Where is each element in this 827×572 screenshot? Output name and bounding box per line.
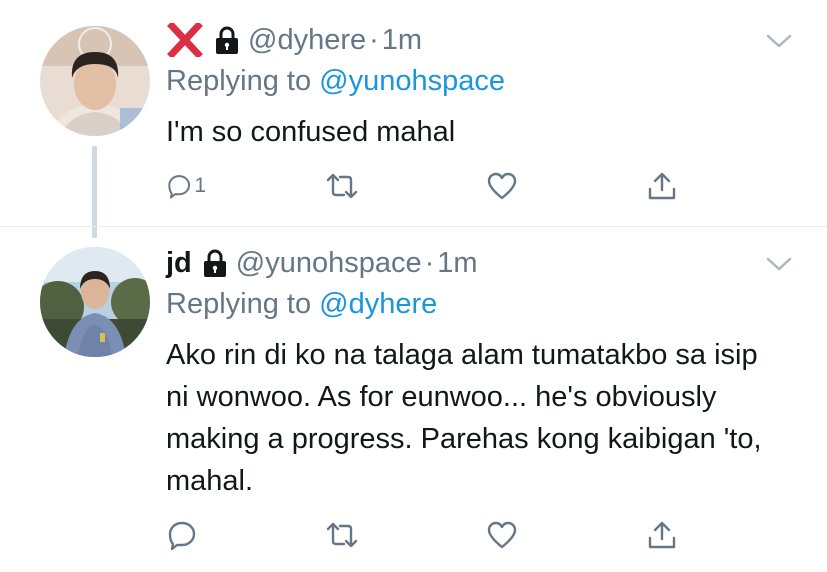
thread-line	[92, 146, 97, 238]
share-button[interactable]	[646, 170, 686, 202]
tweet-text: I'm so confused mahal	[166, 116, 456, 148]
reply-icon	[168, 521, 196, 551]
timestamp[interactable]: 1m	[437, 245, 477, 281]
like-button[interactable]	[486, 170, 526, 202]
retweet-icon	[326, 522, 358, 548]
avatar[interactable]	[40, 247, 150, 357]
user-handle[interactable]: @yunohspace	[236, 245, 422, 281]
heart-icon	[487, 521, 517, 549]
display-name[interactable]: jd	[166, 245, 192, 281]
tweet-header: @dyhere · 1m	[166, 21, 422, 59]
mention-link[interactable]: @dyhere	[319, 288, 437, 320]
replying-to: Replying to @yunohspace	[166, 63, 505, 99]
reply-button[interactable]	[166, 519, 206, 551]
avatar-photo	[40, 247, 150, 357]
separator-dot: ·	[424, 247, 435, 279]
share-button[interactable]	[646, 519, 686, 551]
mention-link[interactable]: @yunohspace	[319, 65, 505, 97]
tweet[interactable]: jd @yunohspace · 1m Replying to @dyhere …	[0, 226, 827, 572]
heart-icon	[487, 172, 517, 200]
lock-icon	[202, 248, 228, 278]
replying-to: Replying to @dyhere	[166, 286, 437, 322]
replying-prefix: Replying to	[166, 288, 320, 320]
chevron-down-icon[interactable]	[765, 255, 793, 273]
user-handle[interactable]: @dyhere	[248, 22, 366, 58]
avatar-photo	[40, 26, 150, 136]
share-icon	[648, 172, 676, 200]
tweet-text: Ako rin di ko na talaga alam tumatakbo s…	[166, 339, 762, 497]
replying-prefix: Replying to	[166, 65, 320, 97]
tweet-actions	[166, 517, 686, 553]
share-icon	[648, 521, 676, 549]
tweet[interactable]: @dyhere · 1m Replying to @yunohspace I'm…	[0, 0, 827, 238]
avatar[interactable]	[40, 26, 150, 136]
reply-count: 1	[194, 174, 206, 197]
like-button[interactable]	[486, 519, 526, 551]
retweet-button[interactable]	[326, 519, 366, 551]
separator-dot: ·	[369, 24, 379, 56]
red-x-icon	[166, 21, 204, 59]
retweet-button[interactable]	[326, 170, 366, 202]
tweet-actions: 1	[166, 168, 686, 204]
retweet-icon	[326, 173, 358, 199]
lock-icon	[214, 25, 240, 55]
chevron-down-icon[interactable]	[765, 32, 793, 50]
tweet-header: jd @yunohspace · 1m	[166, 245, 478, 281]
timestamp[interactable]: 1m	[382, 22, 422, 58]
reply-button[interactable]: 1	[166, 170, 206, 202]
reply-icon	[168, 175, 191, 199]
